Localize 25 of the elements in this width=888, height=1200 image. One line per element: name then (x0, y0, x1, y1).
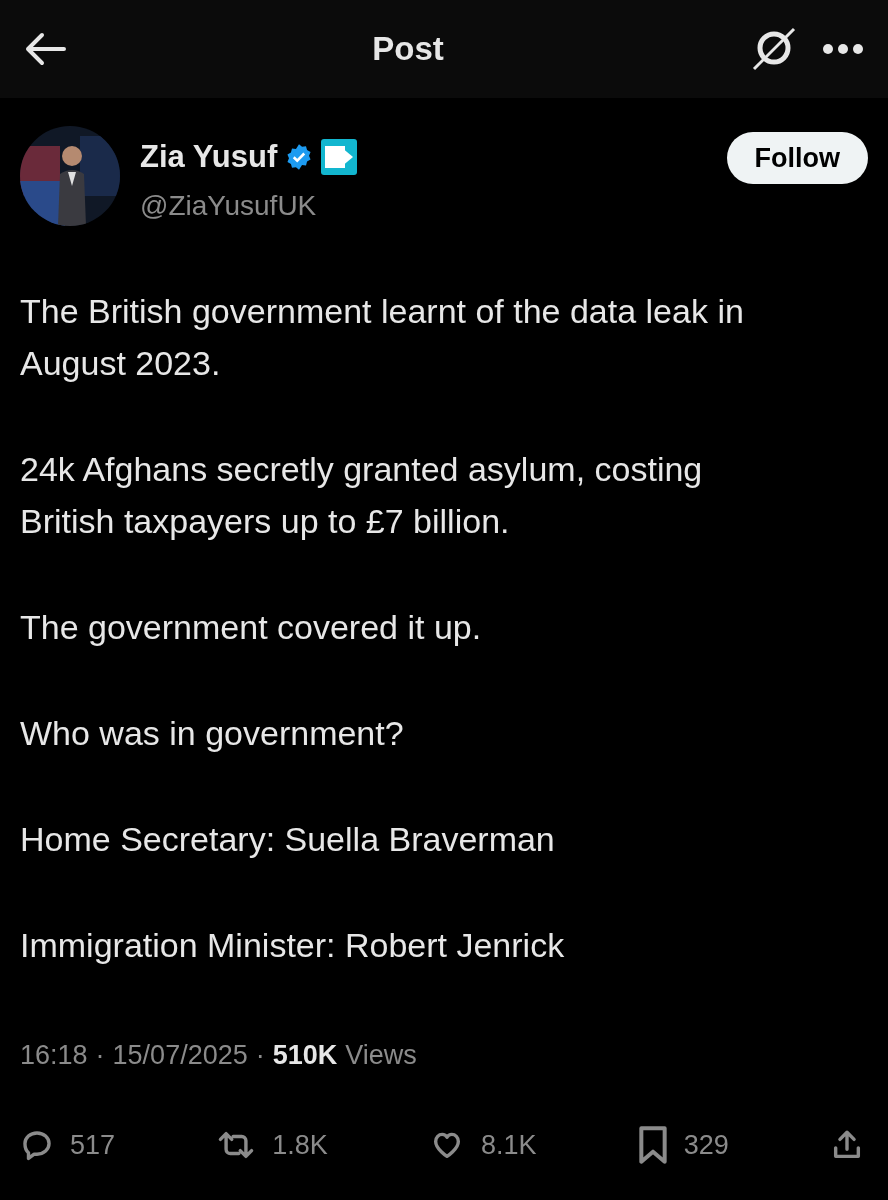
post-paragraph: Home Secretary: Suella Braverman (20, 818, 556, 860)
speech-bubble-icon[interactable] (20, 1128, 54, 1163)
action-count: 8.1K (481, 1129, 537, 1162)
views-label: Views (345, 1038, 417, 1072)
action-count: 1.8K (272, 1129, 328, 1162)
separator-dot: · (95, 1038, 105, 1072)
author-name[interactable]: Zia Yusuf (140, 134, 278, 181)
page-title: Post (371, 29, 445, 70)
post-date: 15/07/2025 (112, 1038, 248, 1072)
post-time: 16:18 (20, 1038, 88, 1072)
post-paragraph: Immigration Minister: Robert Jenrick (20, 924, 566, 966)
more-options-icon[interactable] (822, 43, 864, 55)
back-arrow-icon[interactable] (24, 32, 66, 66)
author-handle: @ZiaYusufUK (140, 188, 318, 223)
action-count: 517 (70, 1129, 116, 1162)
views-count: 510K (272, 1038, 338, 1072)
action-count: 329 (683, 1129, 729, 1162)
post-paragraph: The government covered it up. (20, 606, 483, 648)
separator-dot: · (255, 1038, 265, 1072)
follow-button[interactable]: Follow (726, 132, 868, 184)
bookmark-icon[interactable] (637, 1125, 668, 1166)
circle-slash-icon[interactable] (750, 25, 798, 73)
post-paragraph: The British government learnt of the data leak in August 2023. (20, 290, 745, 384)
post-paragraph: Who was in government? (20, 712, 405, 754)
post-paragraph: 24k Afghans secretly granted asylum, costing British taxpayers up to £7 billion. (20, 448, 704, 542)
